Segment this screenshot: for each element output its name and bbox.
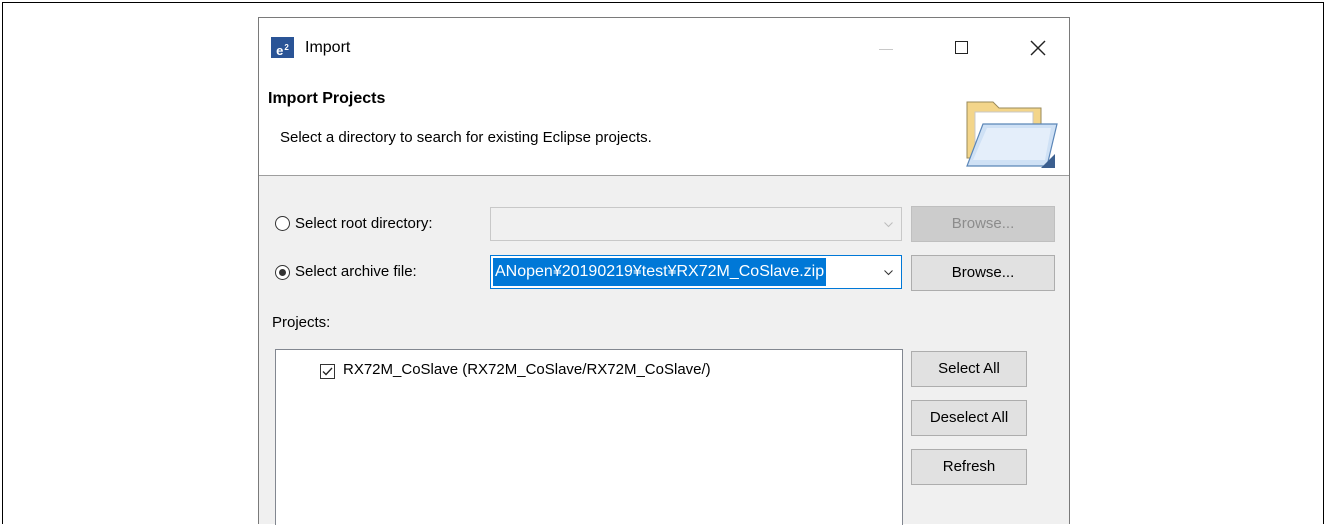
open-folder-wizard-icon xyxy=(966,101,1058,168)
close-icon xyxy=(1030,40,1046,56)
wizard-header: Import Projects Select a directory to se… xyxy=(259,78,1069,176)
projects-label: Projects: xyxy=(272,314,331,331)
checkmark-icon xyxy=(322,367,333,376)
root-directory-browse-button[interactable]: Browse... xyxy=(911,206,1055,242)
archive-file-label: Select archive file: xyxy=(295,263,417,280)
chevron-down-icon[interactable] xyxy=(884,268,893,277)
archive-file-combo[interactable]: ANopen¥20190219¥test¥RX72M_CoSlave.zip xyxy=(490,255,902,289)
refresh-button[interactable]: Refresh xyxy=(911,449,1027,485)
maximize-button[interactable] xyxy=(939,31,985,67)
select-all-button[interactable]: Select All xyxy=(911,351,1027,387)
chevron-down-icon xyxy=(884,222,893,228)
project-label: RX72M_CoSlave (RX72M_CoSlave/RX72M_CoSla… xyxy=(343,361,711,378)
projects-list[interactable]: RX72M_CoSlave (RX72M_CoSlave/RX72M_CoSla… xyxy=(275,349,903,525)
page-title: Import Projects xyxy=(268,90,386,107)
title-bar[interactable]: e2 Import xyxy=(259,18,1069,78)
archive-file-radio[interactable] xyxy=(275,265,290,280)
import-dialog: e2 Import Import Projects Select a direc… xyxy=(258,17,1070,525)
root-directory-combo[interactable] xyxy=(490,207,902,241)
archive-file-path[interactable]: ANopen¥20190219¥test¥RX72M_CoSlave.zip xyxy=(493,258,827,286)
project-checkbox[interactable] xyxy=(320,364,335,379)
window-title: Import xyxy=(305,39,351,56)
e2-studio-app-icon: e2 xyxy=(271,37,294,58)
root-directory-radio[interactable] xyxy=(275,216,290,231)
minimize-button[interactable] xyxy=(863,31,909,67)
archive-file-browse-button[interactable]: Browse... xyxy=(911,255,1055,291)
root-directory-label: Select root directory: xyxy=(295,215,433,232)
close-button[interactable] xyxy=(1015,31,1061,67)
page-description: Select a directory to search for existin… xyxy=(280,129,652,146)
deselect-all-button[interactable]: Deselect All xyxy=(911,400,1027,436)
